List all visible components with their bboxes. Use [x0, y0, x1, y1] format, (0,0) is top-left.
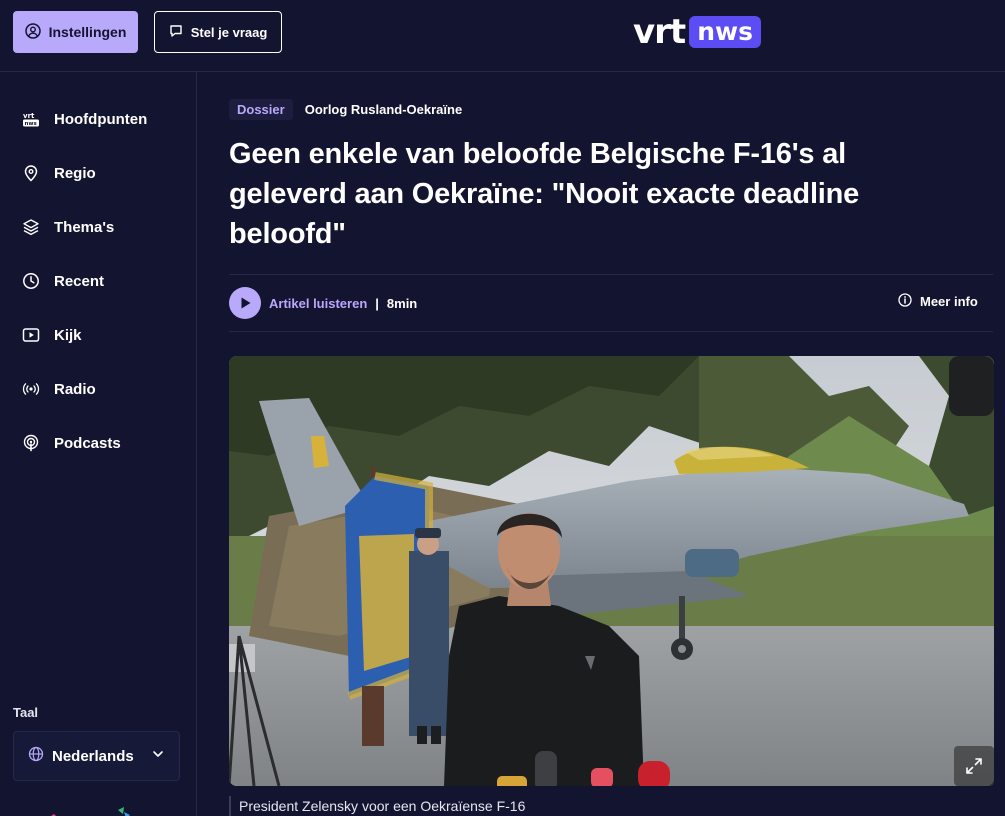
language-select[interactable]: Nederlands [13, 731, 180, 781]
sidebar-item-label: Radio [54, 380, 96, 398]
sidebar-item-regio[interactable]: Regio [22, 159, 96, 187]
reading-duration: 8min [386, 295, 418, 311]
expand-icon [966, 758, 982, 774]
sidebar-item-label: Hoofdpunten [54, 110, 148, 128]
logo-nws-badge: nws [689, 16, 761, 48]
expand-image-button[interactable] [954, 746, 994, 786]
clock-icon [22, 272, 40, 290]
image-caption: President Zelensky voor een Oekraïense F… [229, 796, 525, 816]
user-icon [24, 22, 41, 42]
sidebar-item-radio[interactable]: Radio [22, 375, 96, 403]
play-button[interactable] [229, 287, 261, 319]
svg-text:nws: nws [25, 121, 38, 127]
photo-zelensky-f16 [229, 356, 994, 786]
sidebar-item-themas[interactable]: Thema's [22, 213, 114, 241]
broadcast-icon [22, 380, 40, 398]
divider [229, 274, 993, 275]
ask-question-label: Stel je vraag [190, 24, 268, 40]
listen-article-link[interactable]: Artikel luisteren [269, 296, 367, 311]
language-value: Nederlands [52, 747, 134, 765]
layers-icon [22, 218, 40, 236]
svg-text:vrt: vrt [23, 112, 35, 120]
play-box-icon [22, 326, 40, 344]
sidebar-item-label: Recent [54, 272, 105, 290]
sidebar-item-kijk[interactable]: Kijk [22, 321, 82, 349]
ask-question-button[interactable]: Stel je vraag [154, 11, 282, 53]
dossier-badge[interactable]: Dossier [229, 98, 293, 120]
top-header: Instellingen Stel je vraag vrt nws [0, 0, 1005, 72]
divider [229, 331, 993, 332]
settings-label: Instellingen [48, 24, 127, 40]
sidebar: vrt nws Hoofdpunten Regio Thema's Recent … [0, 72, 197, 816]
chevron-down-icon [151, 747, 165, 765]
sidebar-item-label: Regio [54, 164, 96, 182]
play-icon [241, 297, 251, 309]
logo-vrt-text: vrt [633, 12, 686, 52]
vrt-nws-icon: vrt nws [22, 110, 40, 128]
sidebar-item-label: Kijk [54, 326, 82, 344]
sidebar-item-hoofdpunten[interactable]: vrt nws Hoofdpunten [22, 105, 147, 133]
location-pin-icon [22, 164, 40, 182]
podcast-icon [22, 434, 40, 452]
sidebar-item-recent[interactable]: Recent [22, 267, 104, 295]
vrt-nws-logo[interactable]: vrt nws [633, 14, 761, 50]
sidebar-item-label: Thema's [54, 218, 115, 236]
language-heading: Taal [13, 705, 39, 720]
article-title: Geen enkele van beloofde Belgische F-16'… [229, 138, 860, 250]
chat-bubble-icon [169, 24, 183, 41]
more-info-label: Meer info [920, 294, 978, 309]
globe-icon [28, 746, 44, 766]
partner-logos [40, 805, 150, 816]
breadcrumb: Dossier Oorlog Rusland-Oekraïne [229, 98, 462, 120]
dossier-topic-link[interactable]: Oorlog Rusland-Oekraïne [305, 102, 462, 117]
audio-player-row: Artikel luisteren | 8min [229, 286, 417, 320]
sidebar-item-label: Podcasts [54, 434, 121, 452]
info-icon [898, 293, 912, 310]
separator: | [375, 295, 379, 311]
more-info-button[interactable]: Meer info [898, 293, 978, 310]
sidebar-item-podcasts[interactable]: Podcasts [22, 429, 121, 457]
settings-button[interactable]: Instellingen [13, 11, 138, 53]
article-hero-image [229, 356, 994, 786]
